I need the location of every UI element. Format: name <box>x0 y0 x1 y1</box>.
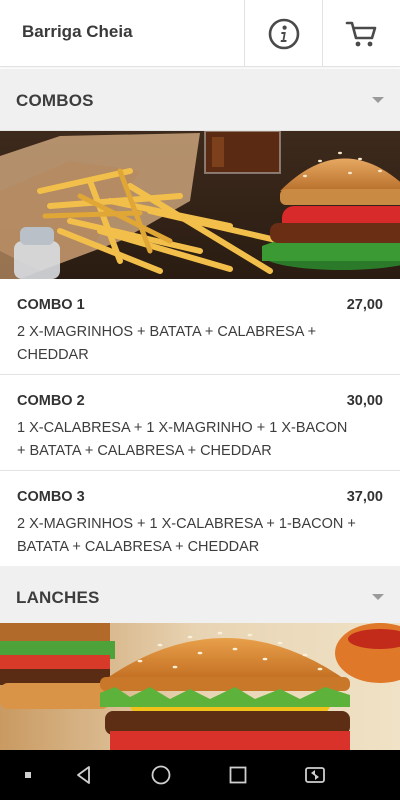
section-label: COMBOS <box>16 91 94 110</box>
item-description: 2 X-MAGRINHOS + BATATA + CALABRESA + CHE… <box>17 324 317 363</box>
info-button[interactable] <box>244 0 322 67</box>
item-price: 27,00 <box>346 297 383 313</box>
lanches-banner-image <box>0 623 400 750</box>
section-header-lanches[interactable]: LANCHES <box>0 566 400 628</box>
home-button[interactable] <box>141 750 181 800</box>
item-name: COMBO 3 <box>17 489 85 505</box>
system-navigation-bar <box>0 750 400 800</box>
rotate-icon <box>305 767 325 783</box>
chevron-down-icon <box>372 97 384 103</box>
home-icon <box>151 765 171 785</box>
cart-button[interactable] <box>322 0 400 67</box>
recents-icon <box>229 766 247 784</box>
menu-item[interactable]: COMBO 3 37,00 2 X-MAGRINHOS + 1 X-CALABR… <box>0 471 400 567</box>
section-label: LANCHES <box>16 588 100 607</box>
item-description: 2 X-MAGRINHOS + 1 X-CALABRESA + 1-BACON … <box>17 516 356 555</box>
menu-dot-button[interactable] <box>8 750 48 800</box>
cart-icon <box>345 21 376 46</box>
info-circle-icon <box>268 18 299 49</box>
item-price: 37,00 <box>346 489 383 505</box>
item-description: 1 X-CALABRESA + 1 X-MAGRINHO + 1 X-BACON… <box>17 420 348 459</box>
chevron-down-icon <box>372 594 384 600</box>
menu-item[interactable]: COMBO 1 27,00 2 X-MAGRINHOS + BATATA + C… <box>0 279 400 375</box>
menu-item[interactable]: COMBO 2 30,00 1 X-CALABRESA + 1 X-MAGRIN… <box>0 375 400 471</box>
back-icon <box>77 766 90 784</box>
rotate-button[interactable] <box>295 750 335 800</box>
item-name: COMBO 2 <box>17 393 85 409</box>
item-price: 30,00 <box>346 393 383 409</box>
menu-dot-icon <box>25 772 31 778</box>
app-title: Barriga Cheia <box>22 22 133 41</box>
item-name: COMBO 1 <box>17 297 85 313</box>
recents-button[interactable] <box>218 750 258 800</box>
section-header-combos[interactable]: COMBOS <box>0 69 400 131</box>
app-header: Barriga Cheia <box>0 0 400 67</box>
back-button[interactable] <box>64 750 104 800</box>
combos-banner-image <box>0 131 400 279</box>
